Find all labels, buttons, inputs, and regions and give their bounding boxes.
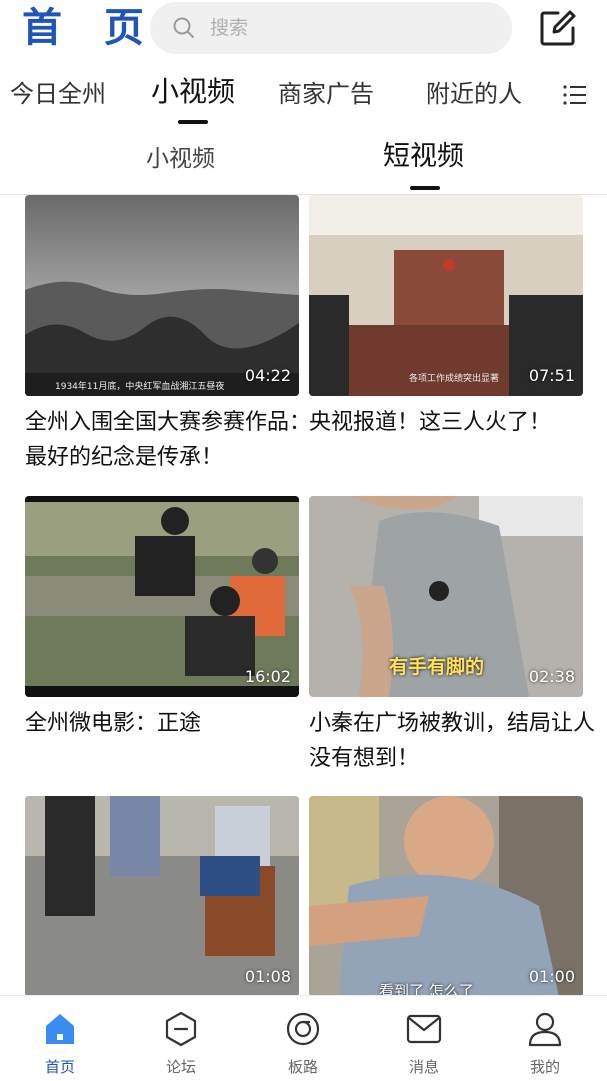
tab-nearby-people[interactable]: 附近的人 (426, 78, 522, 110)
video-duration: 04:22 (244, 366, 291, 385)
video-duration: 01:08 (244, 967, 291, 986)
video-thumbnail[interactable]: 1934年11月底，中央红军血战湘江五昼夜 04:22 (25, 195, 299, 396)
nav-label: 首页 (44, 1058, 75, 1076)
page-title: 首 页 (22, 5, 158, 51)
video-thumbnail[interactable]: 看到了 怎么了 01:00 (309, 796, 583, 995)
video-grid: 1934年11月底，中央红军血战湘江五昼夜 04:22 全州入围全国大赛参赛作品… (0, 195, 607, 995)
message-icon (406, 1014, 442, 1044)
menu-icon[interactable] (562, 82, 588, 108)
nav-label: 我的 (529, 1058, 560, 1076)
video-duration: 07:51 (528, 366, 575, 385)
banlu-icon (286, 1012, 320, 1046)
nav-home[interactable]: 首页 (15, 1006, 105, 1076)
bottom-nav: 首页 论坛 板路 消息 我的 (0, 995, 607, 1081)
active-subtab-indicator (410, 186, 440, 190)
subtab-small-video[interactable]: 小视频 (146, 144, 215, 174)
edit-icon[interactable] (538, 8, 578, 48)
video-title[interactable]: 小秦在广场被教训，结局让人没有想到！ (309, 706, 599, 776)
profile-icon (528, 1012, 562, 1047)
video-thumbnail[interactable]: 16:02 (25, 496, 299, 697)
channel-tabs: 今日全州 小视频 商家广告 附近的人 (0, 68, 607, 128)
video-title[interactable]: 央视报道！这三人火了！ (309, 405, 599, 440)
nav-label: 板路 (287, 1058, 318, 1076)
thumbnail-image (25, 796, 299, 995)
thumbnail-image (309, 796, 583, 995)
nav-banlu[interactable]: 板路 (258, 1006, 348, 1076)
home-icon (46, 1014, 74, 1044)
tab-short-video[interactable]: 小视频 (151, 76, 235, 108)
thumbnail-subtitle: 各项工作成绩突出显著 (409, 374, 500, 384)
active-tab-indicator (178, 120, 208, 124)
sub-tabs: 小视频 短视频 (0, 128, 607, 195)
video-duration: 02:38 (528, 667, 575, 686)
tab-merchant-ads[interactable]: 商家广告 (278, 78, 374, 110)
search-bar[interactable]: 搜索 (150, 2, 512, 54)
thumbnail-subtitle: 有手有脚的 (389, 656, 485, 678)
nav-label: 消息 (408, 1058, 439, 1076)
video-thumbnail[interactable]: 01:08 (25, 796, 299, 995)
search-icon (173, 17, 194, 38)
video-duration: 16:02 (244, 667, 291, 686)
video-title[interactable]: 全州入围全国大赛参赛作品：最好的纪念是传承！ (25, 405, 315, 475)
nav-profile[interactable]: 我的 (500, 1006, 590, 1076)
nav-label: 论坛 (165, 1058, 196, 1076)
nav-forum[interactable]: 论坛 (136, 1006, 226, 1076)
thumbnail-subtitle: 看到了 怎么了 (379, 982, 474, 995)
search-placeholder: 搜索 (210, 17, 249, 39)
video-thumbnail[interactable]: 各项工作成绩突出显著 07:51 (309, 195, 583, 396)
nav-messages[interactable]: 消息 (379, 1006, 469, 1076)
tab-today-quanzhou[interactable]: 今日全州 (10, 78, 106, 110)
video-duration: 01:00 (528, 967, 575, 986)
forum-icon (165, 1011, 197, 1047)
subtab-short-video[interactable]: 短视频 (383, 142, 464, 172)
thumbnail-subtitle: 1934年11月底，中央红军血战湘江五昼夜 (55, 382, 225, 392)
video-title[interactable]: 全州微电影：正途 (25, 706, 315, 741)
top-header: 首 页 搜索 (0, 0, 607, 60)
video-thumbnail[interactable]: 有手有脚的 02:38 (309, 496, 583, 697)
